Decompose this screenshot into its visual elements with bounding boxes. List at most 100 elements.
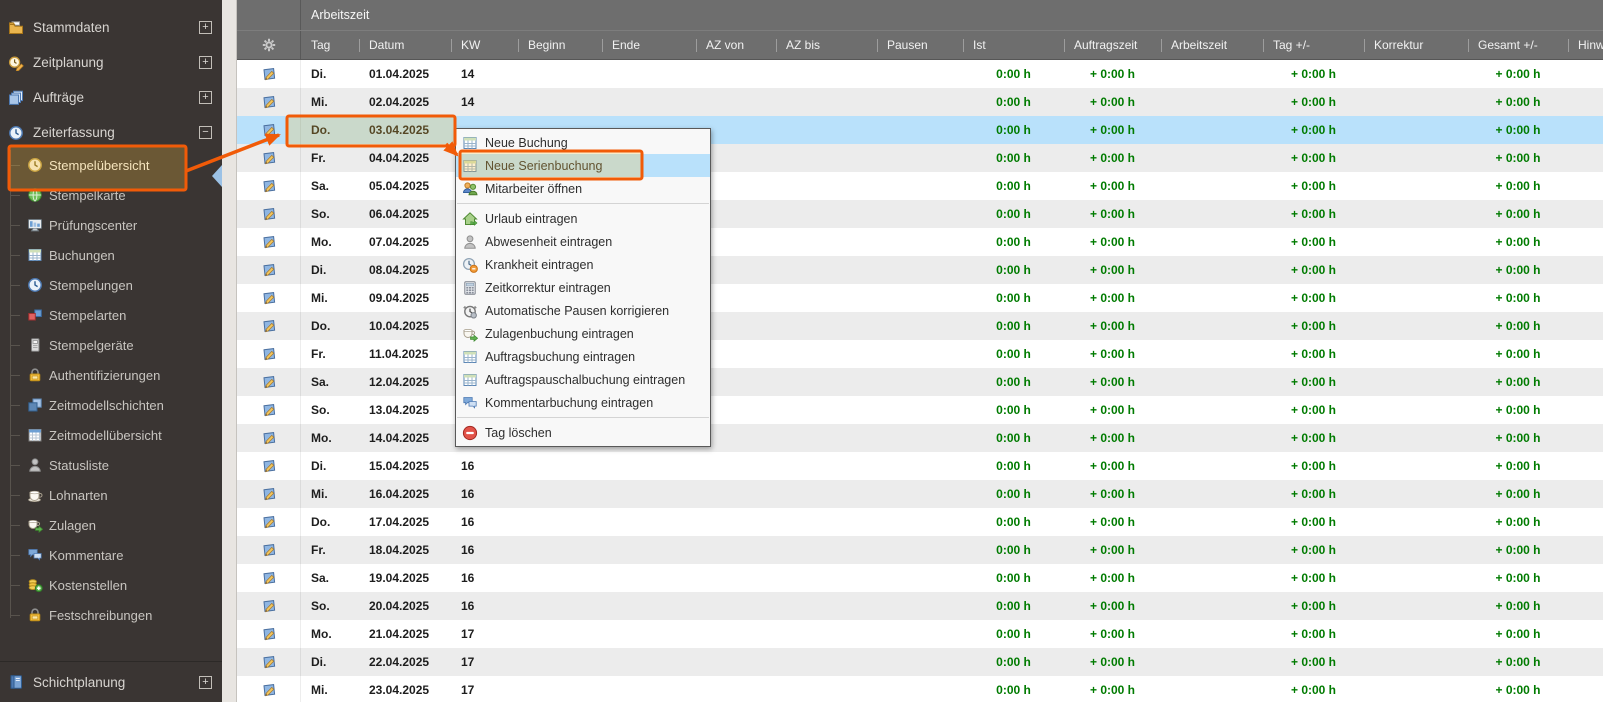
column-header-az-bis[interactable]: AZ bis [776, 31, 877, 59]
context-menu-item-abwesenheit-eintragen[interactable]: Abwesenheit eintragen [456, 230, 710, 253]
edit-row-button[interactable] [237, 396, 301, 424]
table-row[interactable]: Mo. 21.04.2025 17 0:00 h + 0:00 h + 0:00 h + 0… [237, 620, 1603, 648]
table-row[interactable]: So. 20.04.2025 16 0:00 h + 0:00 h + 0:00 h + 0… [237, 592, 1603, 620]
column-header-datum[interactable]: Datum [359, 31, 451, 59]
edit-row-button[interactable] [237, 144, 301, 172]
context-menu-item-zeitkorrektur-eintragen[interactable]: Zeitkorrektur eintragen [456, 276, 710, 299]
sidebar-item-stempelungen[interactable]: Stempelungen [0, 270, 222, 300]
context-menu-item-automatische-pausen-korrigieren[interactable]: Automatische Pausen korrigieren [456, 299, 710, 322]
sidebar-item-zeitmodellschichten[interactable]: Zeitmodellschichten [0, 390, 222, 420]
edit-row-button[interactable] [237, 452, 301, 480]
sidebar-collapse-arrow[interactable] [212, 165, 222, 187]
context-menu-item-kommentarbuchung-eintragen[interactable]: Kommentarbuchung eintragen [456, 391, 710, 414]
column-header-arbeitszeit[interactable]: Arbeitszeit [1161, 31, 1263, 59]
table-row[interactable]: So. 13.04.2025 0:00 h + 0:00 h + 0:00 h + 0:0… [237, 396, 1603, 424]
column-header-korrektur[interactable]: Korrektur [1364, 31, 1468, 59]
table-row[interactable]: Mi. 16.04.2025 16 0:00 h + 0:00 h + 0:00 h + 0… [237, 480, 1603, 508]
edit-row-button[interactable] [237, 116, 301, 144]
sidebar-item-zeitplanung[interactable]: Zeitplanung + [0, 45, 222, 80]
table-row[interactable]: Do. 10.04.2025 0:00 h + 0:00 h + 0:00 h + 0:0… [237, 312, 1603, 340]
edit-row-button[interactable] [237, 88, 301, 116]
edit-row-button[interactable] [237, 256, 301, 284]
sidebar-item-stammdaten[interactable]: Stammdaten + [0, 10, 222, 45]
edit-row-button[interactable] [237, 172, 301, 200]
column-header-pausen[interactable]: Pausen [877, 31, 963, 59]
table-row[interactable]: Fr. 04.04.2025 0:00 h + 0:00 h + 0:00 h + 0:0… [237, 144, 1603, 172]
sidebar-item-buchungen[interactable]: Buchungen [0, 240, 222, 270]
sidebar-item-stempelkarte[interactable]: Stempelkarte [0, 180, 222, 210]
sidebar-item-pruefungscenter[interactable]: Prüfungscenter [0, 210, 222, 240]
table-row[interactable]: Mi. 02.04.2025 14 0:00 h + 0:00 h + 0:00 h + 0… [237, 88, 1603, 116]
column-header-tag[interactable]: Tag +/- [1263, 31, 1364, 59]
sidebar-item-schichtplanung[interactable]: Schichtplanung + [0, 662, 222, 702]
edit-row-button[interactable] [237, 340, 301, 368]
edit-row-button[interactable] [237, 676, 301, 702]
table-row[interactable]: Mi. 23.04.2025 17 0:00 h + 0:00 h + 0:00 h + 0… [237, 676, 1603, 702]
sidebar-item-auftraege[interactable]: Aufträge + [0, 80, 222, 115]
sidebar-item-statusliste[interactable]: Statusliste [0, 450, 222, 480]
context-menu-item-krankheit-eintragen[interactable]: Krankheit eintragen [456, 253, 710, 276]
edit-row-button[interactable] [237, 312, 301, 340]
edit-row-button[interactable] [237, 200, 301, 228]
context-menu-item-auftragspauschalbuchung-eintragen[interactable]: Auftragspauschalbuchung eintragen [456, 368, 710, 391]
edit-row-button[interactable] [237, 60, 301, 88]
column-settings-button[interactable] [237, 31, 301, 59]
expand-toggle-icon[interactable]: + [199, 675, 212, 689]
edit-row-button[interactable] [237, 228, 301, 256]
column-header-ende[interactable]: Ende [602, 31, 696, 59]
expand-toggle-icon[interactable]: + [199, 56, 212, 69]
table-row[interactable]: Mo. 14.04.2025 0:00 h + 0:00 h + 0:00 h + 0:0… [237, 424, 1603, 452]
context-menu-item-urlaub-eintragen[interactable]: Urlaub eintragen [456, 207, 710, 230]
sidebar-item-zeitmodelluebersicht[interactable]: Zeitmodellübersicht [0, 420, 222, 450]
context-menu-item-tag-l-schen[interactable]: Tag löschen [456, 421, 710, 444]
sidebar-item-authentifizierungen[interactable]: Authentifizierungen [0, 360, 222, 390]
sidebar-item-stempelgeraete[interactable]: Stempelgeräte [0, 330, 222, 360]
sidebar-item-kommentare[interactable]: Kommentare [0, 540, 222, 570]
expand-toggle-icon[interactable]: + [199, 91, 212, 104]
table-row[interactable]: So. 06.04.2025 0:00 h + 0:00 h + 0:00 h + 0:0… [237, 200, 1603, 228]
column-header-tag[interactable]: Tag [301, 31, 359, 59]
column-header-ist[interactable]: Ist [963, 31, 1064, 59]
sidebar-item-stempelarten[interactable]: Stempelarten [0, 300, 222, 330]
table-row[interactable]: Sa. 12.04.2025 0:00 h + 0:00 h + 0:00 h + 0:0… [237, 368, 1603, 396]
context-menu-item-neue-buchung[interactable]: Neue Buchung [456, 131, 710, 154]
table-row[interactable]: Do. 03.04.2025 0:00 h + 0:00 h + 0:00 h + 0:0… [237, 116, 1603, 144]
column-header-gesamt[interactable]: Gesamt +/- [1468, 31, 1568, 59]
column-header-beginn[interactable]: Beginn [518, 31, 602, 59]
table-row[interactable]: Do. 17.04.2025 16 0:00 h + 0:00 h + 0:00 h + 0… [237, 508, 1603, 536]
context-menu-item-neue-serienbuchung[interactable]: Neue Serienbuchung [456, 154, 710, 177]
edit-row-button[interactable] [237, 424, 301, 452]
sidebar-item-stempeluebersicht[interactable]: Stempelübersicht [0, 150, 222, 180]
context-menu-item-zulagenbuchung-eintragen[interactable]: Zulagenbuchung eintragen [456, 322, 710, 345]
table-row[interactable]: Fr. 18.04.2025 16 0:00 h + 0:00 h + 0:00 h + 0… [237, 536, 1603, 564]
table-row[interactable]: Fr. 11.04.2025 0:00 h + 0:00 h + 0:00 h + 0:0… [237, 340, 1603, 368]
context-menu-item-auftragsbuchung-eintragen[interactable]: Auftragsbuchung eintragen [456, 345, 710, 368]
edit-row-button[interactable] [237, 480, 301, 508]
edit-row-button[interactable] [237, 564, 301, 592]
column-header-hinw[interactable]: Hinw [1568, 31, 1603, 59]
sidebar-item-zulagen[interactable]: Zulagen [0, 510, 222, 540]
sidebar-item-lohnarten[interactable]: Lohnarten [0, 480, 222, 510]
column-header-auftragszeit[interactable]: Auftragszeit [1064, 31, 1161, 59]
edit-row-button[interactable] [237, 592, 301, 620]
table-row[interactable]: Di. 15.04.2025 16 0:00 h + 0:00 h + 0:00 h + 0… [237, 452, 1603, 480]
sidebar-item-kostenstellen[interactable]: Kostenstellen [0, 570, 222, 600]
sidebar-item-zeiterfassung[interactable]: Zeiterfassung − [0, 115, 222, 150]
edit-row-button[interactable] [237, 620, 301, 648]
edit-row-button[interactable] [237, 648, 301, 676]
context-menu-item-mitarbeiter-ffnen[interactable]: Mitarbeiter öffnen [456, 177, 710, 200]
table-row[interactable]: Sa. 05.04.2025 0:00 h + 0:00 h + 0:00 h + 0:0… [237, 172, 1603, 200]
edit-row-button[interactable] [237, 508, 301, 536]
edit-row-button[interactable] [237, 284, 301, 312]
table-row[interactable]: Di. 01.04.2025 14 0:00 h + 0:00 h + 0:00 h + 0… [237, 60, 1603, 88]
table-row[interactable]: Sa. 19.04.2025 16 0:00 h + 0:00 h + 0:00 h + 0… [237, 564, 1603, 592]
sidebar-item-festschreibungen[interactable]: Festschreibungen [0, 600, 222, 630]
table-row[interactable]: Mi. 09.04.2025 0:00 h + 0:00 h + 0:00 h + 0:0… [237, 284, 1603, 312]
column-header-az-von[interactable]: AZ von [696, 31, 776, 59]
column-header-kw[interactable]: KW [451, 31, 518, 59]
table-row[interactable]: Di. 22.04.2025 17 0:00 h + 0:00 h + 0:00 h + 0… [237, 648, 1603, 676]
expand-toggle-icon[interactable]: + [199, 21, 212, 34]
edit-row-button[interactable] [237, 536, 301, 564]
expand-toggle-icon[interactable]: − [199, 126, 212, 139]
table-row[interactable]: Mo. 07.04.2025 0:00 h + 0:00 h + 0:00 h + 0:0… [237, 228, 1603, 256]
